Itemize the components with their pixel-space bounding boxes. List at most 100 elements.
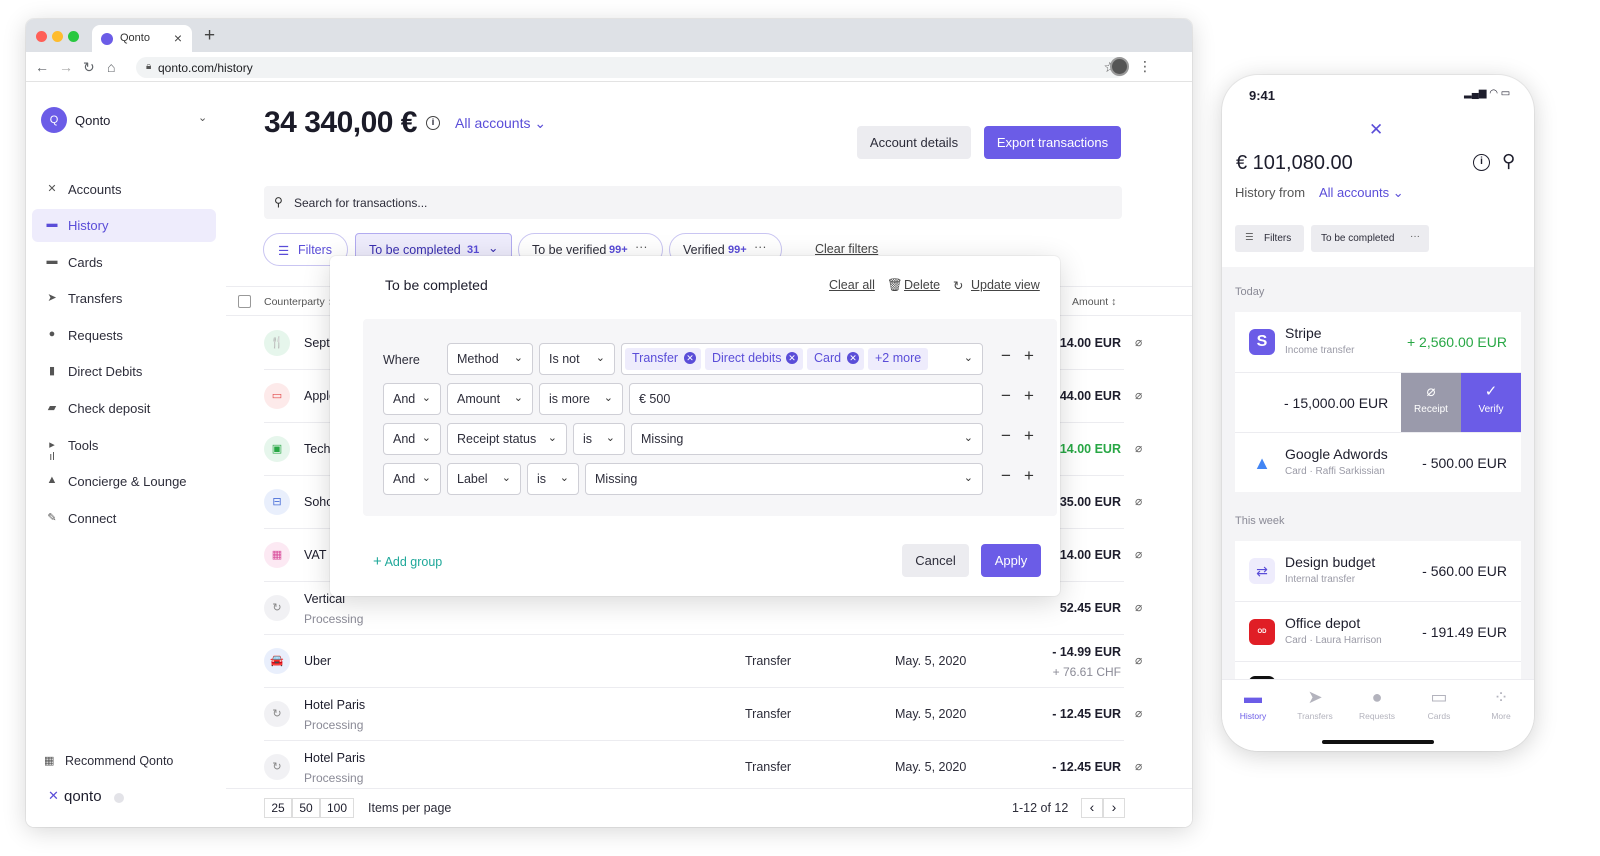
add-condition-icon[interactable]: + [1024, 426, 1034, 446]
prev-page-button[interactable]: ‹ [1081, 798, 1103, 818]
table-row[interactable]: 🚘 Uber Transfer May. 5, 2020 - 14.99 EUR + 76… [264, 635, 1142, 688]
sidebar-item-check-deposit[interactable]: ▰ Check deposit [32, 392, 216, 425]
info-icon[interactable]: i [426, 116, 440, 130]
home-icon[interactable]: ⌂ [107, 59, 115, 75]
all-accounts-dropdown[interactable]: All accounts ⌄ [455, 115, 546, 132]
remove-tag-icon[interactable]: ✕ [847, 352, 859, 364]
sidebar-item-transfers[interactable]: ➤ Transfers [32, 282, 216, 315]
mobile-swipe-row[interactable]: - 15,000.00 EUR ⌀ Receipt ✓ Verify [1235, 372, 1521, 433]
more-icon[interactable]: ··· [754, 240, 767, 254]
more-icon[interactable]: ··· [635, 240, 648, 254]
attachment-icon[interactable]: ⌀ [1135, 441, 1142, 455]
table-row[interactable]: ↻ Hotel Paris Processing Transfer May. 5, 20… [264, 741, 1142, 794]
search-input[interactable]: Search for transactions... [294, 196, 427, 210]
remove-condition-icon[interactable]: − [1001, 346, 1011, 366]
sidebar-item-direct-debits[interactable]: ▮ Direct Debits [32, 355, 216, 388]
field-select[interactable]: Receipt status ⌄ [447, 423, 567, 455]
attachment-icon[interactable]: ⌀ [1135, 653, 1142, 667]
cancel-button[interactable]: Cancel [902, 544, 969, 577]
minimize-window-button[interactable] [52, 31, 63, 42]
tab-requests[interactable]: ● Requests [1346, 687, 1408, 721]
remove-tag-icon[interactable]: ✕ [786, 352, 798, 364]
sidebar-item-requests[interactable]: ● Requests [32, 319, 216, 352]
page-size-100[interactable]: 100 [320, 798, 354, 818]
more-values-tag[interactable]: +2 more [868, 348, 928, 370]
attachment-icon[interactable]: ⌀ [1135, 759, 1142, 773]
sidebar-item-connect[interactable]: ✎ Connect [32, 502, 216, 535]
mobile-transaction-row[interactable]: ▲ Google Adwords Card · Raffi Sarkissian… [1235, 432, 1521, 492]
receipt-action-button[interactable]: ⌀ Receipt [1401, 373, 1461, 433]
page-size-50[interactable]: 50 [292, 798, 320, 818]
tab-cards[interactable]: ▭ Cards [1408, 687, 1470, 721]
conjunction-select[interactable]: And ⌄ [383, 423, 441, 455]
conjunction-select[interactable]: And ⌄ [383, 383, 441, 415]
sidebar-item-cards[interactable]: ▬ Cards [32, 246, 216, 279]
amount-input[interactable]: € 500 [629, 383, 983, 415]
verify-action-button[interactable]: ✓ Verify [1461, 373, 1521, 433]
attachment-icon[interactable]: ⌀ [1135, 706, 1142, 720]
tab-history[interactable]: ▬ History [1222, 687, 1284, 721]
field-select[interactable]: Amount ⌄ [447, 383, 533, 415]
field-select[interactable]: Method ⌄ [447, 343, 533, 375]
attachment-icon[interactable]: ⌀ [1135, 547, 1142, 561]
mobile-transaction-row[interactable]: S Stripe Income transfer + 2,560.00 EUR [1235, 312, 1521, 372]
reload-icon[interactable]: ↻ [83, 59, 95, 76]
clear-filters-link[interactable]: Clear filters [815, 242, 878, 256]
attachment-icon[interactable]: ⌀ [1135, 335, 1142, 349]
operator-select[interactable]: is ⌄ [527, 463, 579, 495]
mobile-transaction-row[interactable]: ⇄ Design budget Internal transfer - 560.… [1235, 541, 1521, 601]
select-all-checkbox[interactable] [238, 295, 251, 308]
attachment-icon[interactable]: ⌀ [1135, 494, 1142, 508]
add-group-button[interactable]: + Add group [373, 553, 442, 570]
url-field[interactable]: 🔒︎ qonto.com/history ☆ [136, 57, 1126, 78]
mobile-transaction-row[interactable]: OD Office depot Card · Laura Harrison - … [1235, 601, 1521, 661]
operator-select[interactable]: is more ⌄ [539, 383, 623, 415]
mobile-view-chip[interactable]: To be completed ··· [1311, 225, 1429, 252]
tab-transfers[interactable]: ➤ Transfers [1284, 687, 1346, 721]
add-condition-icon[interactable]: + [1024, 346, 1034, 366]
account-details-button[interactable]: Account details [857, 126, 971, 159]
add-condition-icon[interactable]: + [1024, 386, 1034, 406]
table-row[interactable]: ↻ Hotel Paris Processing Transfer May. 5, 20… [264, 688, 1142, 741]
close-tab-icon[interactable]: × [174, 30, 182, 46]
sidebar-item-history[interactable]: ▬ History [32, 209, 216, 242]
delete-link[interactable]: Delete [904, 278, 940, 292]
info-icon[interactable]: i [1473, 154, 1490, 171]
clear-all-link[interactable]: Clear all [829, 278, 875, 292]
column-header-amount[interactable]: Amount ↕ [1072, 296, 1116, 308]
attachment-icon[interactable]: ⌀ [1135, 388, 1142, 402]
browser-menu-icon[interactable]: ⋮ [1138, 58, 1152, 75]
sidebar-item-accounts[interactable]: ✕ Accounts [32, 173, 216, 206]
browser-tab[interactable]: Qonto × [92, 25, 192, 52]
apply-button[interactable]: Apply [981, 544, 1041, 577]
more-icon[interactable]: ··· [1410, 231, 1420, 242]
search-bar[interactable]: ⚲ Search for transactions... [264, 186, 1122, 219]
operator-select[interactable]: is ⌄ [573, 423, 625, 455]
remove-condition-icon[interactable]: − [1001, 466, 1011, 486]
search-icon[interactable]: ⚲ [1502, 151, 1515, 172]
tab-more[interactable]: ⁘ More [1470, 687, 1532, 721]
all-accounts-dropdown[interactable]: All accounts ⌄ [1319, 185, 1404, 201]
close-window-button[interactable] [36, 31, 47, 42]
export-transactions-button[interactable]: Export transactions [984, 126, 1121, 159]
maximize-window-button[interactable] [68, 31, 79, 42]
recommend-qonto-link[interactable]: ▦ Recommend Qonto [40, 752, 210, 772]
profile-avatar[interactable] [1110, 57, 1129, 76]
mobile-filters-button[interactable]: ☰ Filters [1235, 225, 1304, 252]
remove-condition-icon[interactable]: − [1001, 426, 1011, 446]
back-arrow-icon[interactable]: ← [35, 59, 49, 75]
value-select[interactable]: Missing ⌄ [585, 463, 983, 495]
field-select[interactable]: Label ⌄ [447, 463, 521, 495]
next-page-button[interactable]: › [1103, 798, 1125, 818]
remove-tag-icon[interactable]: ✕ [684, 352, 696, 364]
value-select[interactable]: Missing ⌄ [631, 423, 983, 455]
page-size-25[interactable]: 25 [264, 798, 292, 818]
column-header-counterparty[interactable]: Counterparty ↕ [264, 296, 333, 308]
new-tab-button[interactable]: + [204, 25, 215, 47]
forward-arrow-icon[interactable]: → [59, 59, 73, 75]
operator-select[interactable]: Is not ⌄ [539, 343, 615, 375]
value-multiselect[interactable]: Transfer ✕ Direct debits ✕ Card ✕ +2 more ⌄ [621, 343, 983, 375]
update-view-link[interactable]: Update view [971, 278, 1040, 292]
add-condition-icon[interactable]: + [1024, 466, 1034, 486]
sidebar-item-tools[interactable]: ▸ ıl Tools [32, 429, 216, 463]
